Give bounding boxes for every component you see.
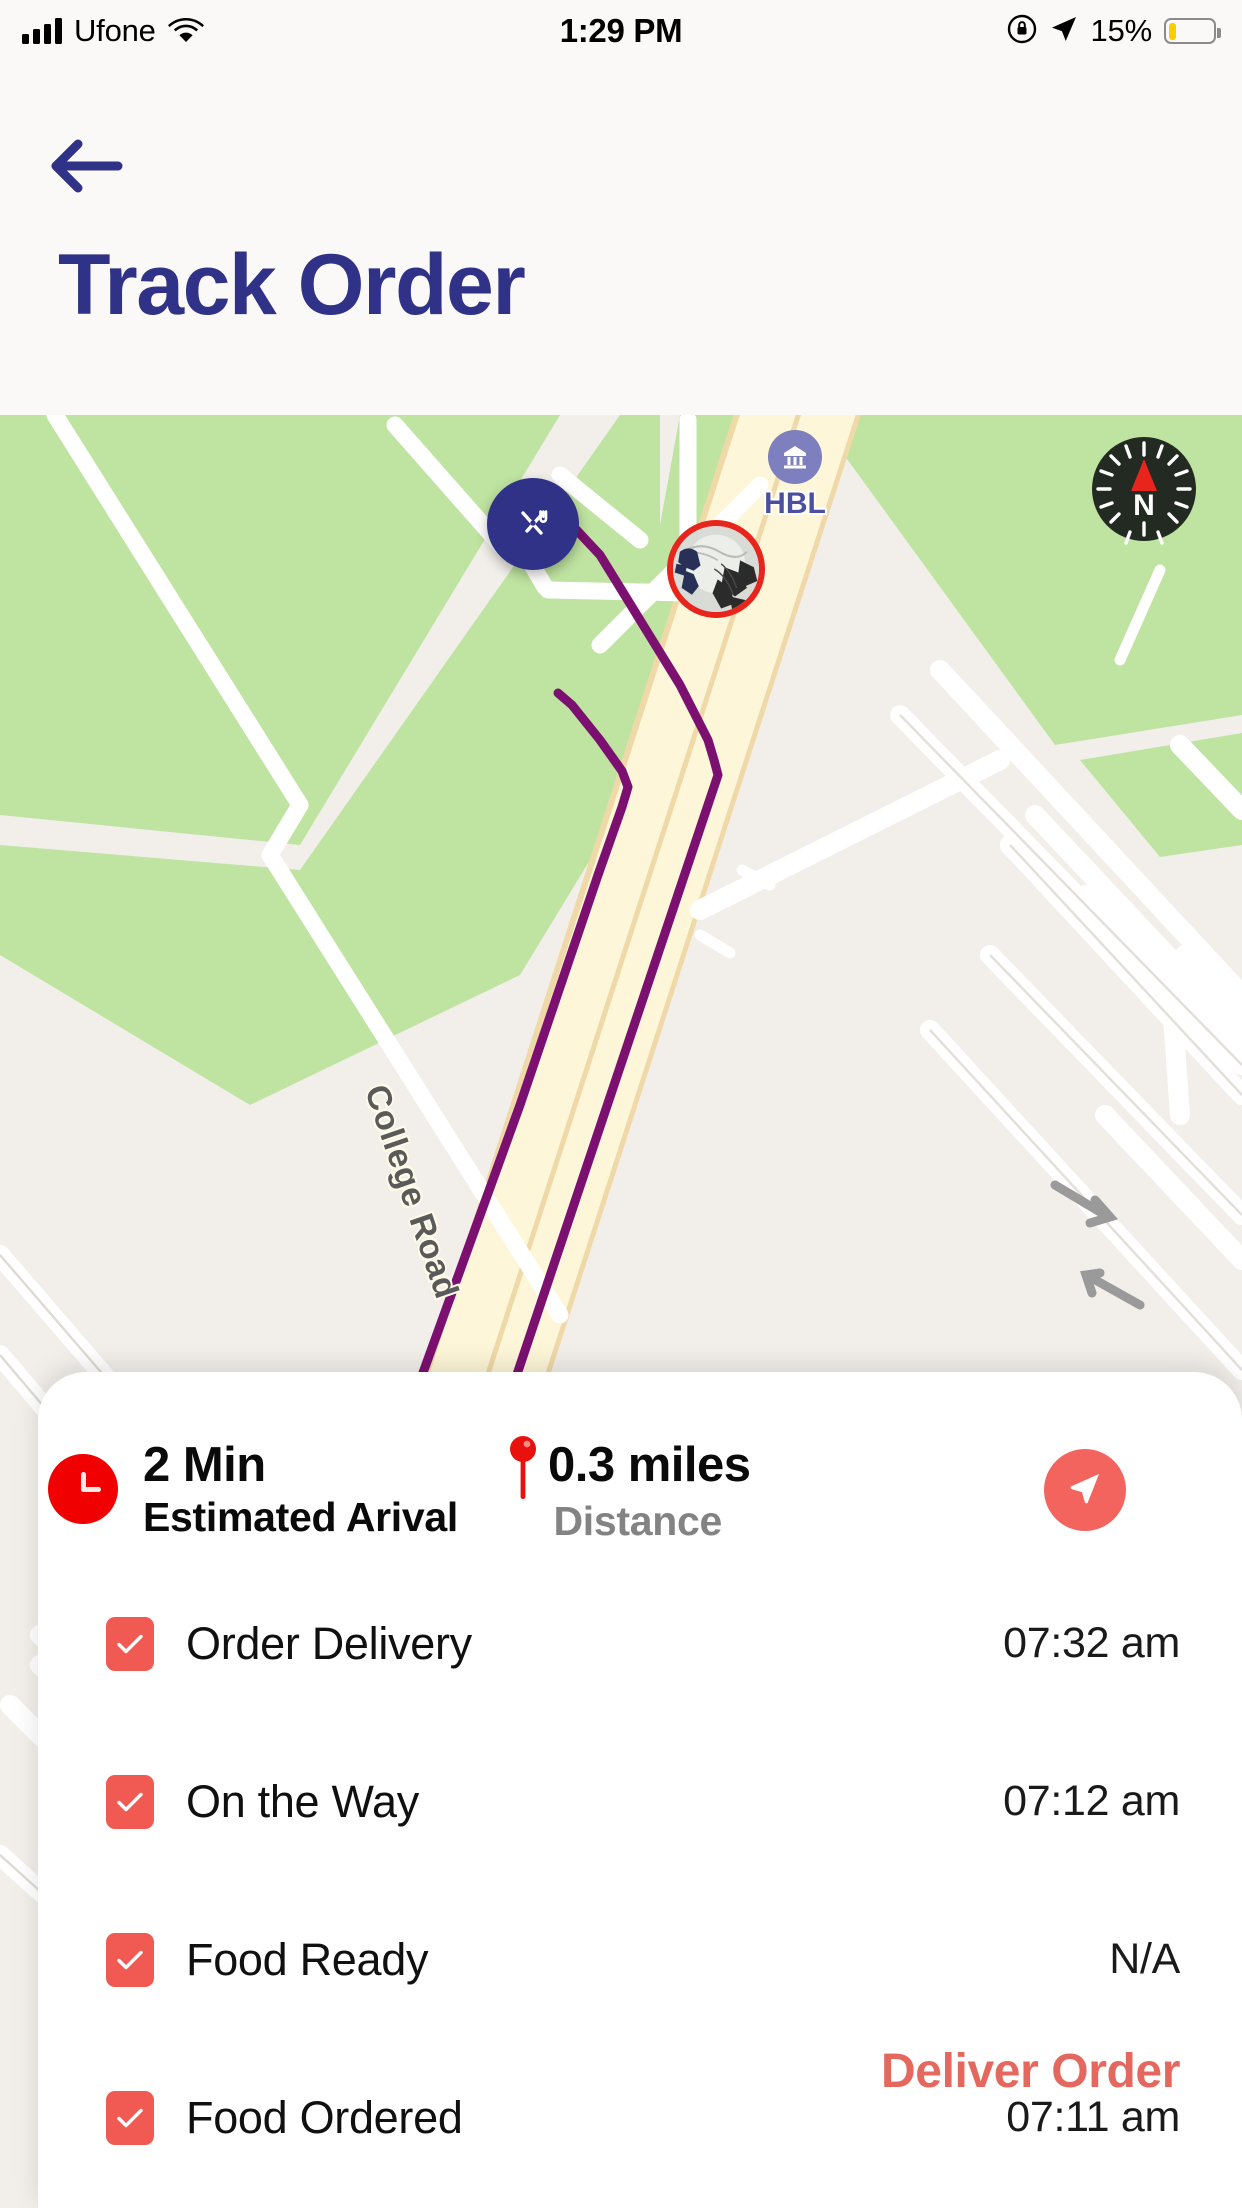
table-row[interactable]: Food Ready N/A bbox=[38, 1920, 1242, 1999]
status-step-time: 07:32 am bbox=[1003, 1619, 1180, 1667]
poi-label-hbl: HBL bbox=[764, 487, 826, 520]
status-step-label: On the Way bbox=[186, 1775, 419, 1827]
checkbox-checked-icon[interactable] bbox=[106, 1932, 154, 1987]
status-step-label: Order Delivery bbox=[186, 1617, 472, 1669]
deliver-order-button[interactable]: Deliver Order bbox=[881, 2044, 1180, 2099]
navigate-arrow-icon bbox=[1064, 1467, 1106, 1514]
status-step-time: 07:11 am bbox=[1006, 2093, 1180, 2141]
order-status-sheet: 2 Min Estimated Arival 0.3 miles Distanc… bbox=[38, 1372, 1242, 2208]
eta-block: 2 Min Estimated Arival bbox=[143, 1437, 458, 1543]
distance-block: 0.3 miles Distance bbox=[548, 1437, 751, 1547]
driver-avatar bbox=[673, 526, 759, 612]
rotation-lock-icon bbox=[1007, 14, 1037, 49]
driver-marker[interactable] bbox=[667, 520, 765, 618]
row-spacer bbox=[38, 1841, 1242, 1920]
checkbox-checked-icon[interactable] bbox=[106, 1774, 154, 1829]
status-bar-right: 15% bbox=[1007, 0, 1221, 62]
bank-icon bbox=[768, 430, 822, 484]
status-bar: Ufone 1:29 PM 15% bbox=[0, 0, 1242, 62]
compass-icon[interactable]: N bbox=[1088, 433, 1200, 545]
location-arrow-icon bbox=[1049, 14, 1079, 49]
delivery-summary: 2 Min Estimated Arival 0.3 miles Distanc… bbox=[38, 1372, 1242, 1602]
table-row[interactable]: On the Way 07:12 am bbox=[38, 1762, 1242, 1841]
restaurant-utensils-icon bbox=[510, 501, 556, 547]
status-step-label: Food Ordered bbox=[186, 2091, 463, 2143]
clock-icon bbox=[48, 1454, 118, 1524]
battery-low-icon bbox=[1164, 18, 1221, 44]
map-pin-icon bbox=[506, 1434, 540, 1502]
status-bar-clock: 1:29 PM bbox=[559, 12, 683, 49]
eta-value: 2 Min bbox=[143, 1438, 266, 1492]
status-step-time: 07:12 am bbox=[1003, 1777, 1180, 1825]
restaurant-marker[interactable] bbox=[487, 478, 579, 570]
row-spacer bbox=[38, 1683, 1242, 1762]
checkbox-checked-icon[interactable] bbox=[106, 2090, 154, 2145]
table-row[interactable]: Order Delivery 07:32 am bbox=[38, 1604, 1242, 1683]
navigate-button[interactable] bbox=[1044, 1449, 1126, 1531]
distance-value: 0.3 miles bbox=[548, 1438, 751, 1492]
poi-marker-hbl[interactable]: HBL bbox=[740, 430, 850, 521]
back-button[interactable] bbox=[48, 130, 126, 202]
checkbox-checked-icon[interactable] bbox=[106, 1616, 154, 1671]
app-screen: Ufone 1:29 PM 15% Track Order College Ro… bbox=[0, 0, 1242, 2208]
page-header: Track Order bbox=[0, 62, 1242, 415]
eta-label: Estimated Arival bbox=[143, 1494, 458, 1541]
svg-text:N: N bbox=[1133, 489, 1155, 522]
page-title: Track Order bbox=[58, 237, 526, 333]
status-step-label: Food Ready bbox=[186, 1933, 429, 1985]
battery-percent-label: 15% bbox=[1090, 13, 1153, 48]
status-step-time: N/A bbox=[1109, 1935, 1180, 1983]
distance-label: Distance bbox=[553, 1498, 722, 1545]
